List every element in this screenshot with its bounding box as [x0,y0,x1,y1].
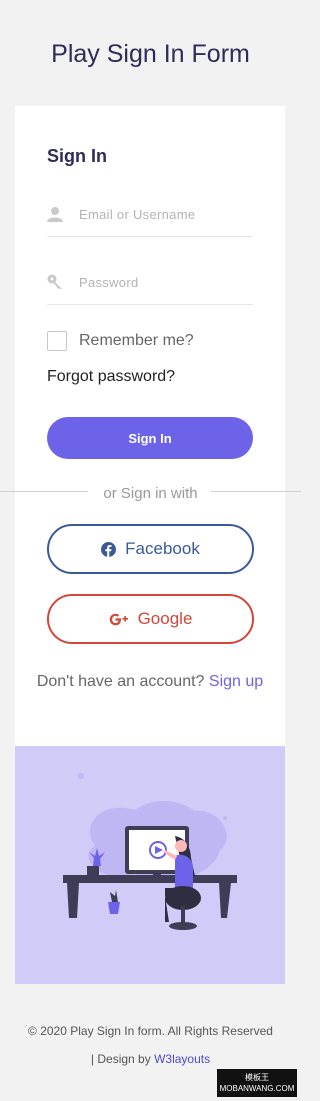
footer: © 2020 Play Sign In form. All Rights Res… [0,1017,301,1073]
password-input[interactable] [79,272,249,292]
signin-heading: Sign In [47,146,107,166]
user-icon [47,206,63,222]
signin-button[interactable]: Sign In [47,417,253,459]
signup-prompt: Don't have an account? Sign up [30,672,270,692]
footer-copyright: © 2020 Play Sign In form. All Rights Res… [28,1024,273,1038]
signin-card: Sign In Remember me? Forgot password? Si… [15,106,285,746]
password-field [47,264,253,305]
signup-prompt-text: Don't have an account? [36,673,209,690]
watermark-line2: MOBANWANG.COM [219,1084,295,1093]
remember-checkbox[interactable] [47,331,67,351]
illustration [15,746,285,984]
username-field [47,196,253,237]
google-label: Google [137,609,193,628]
watermark-line1: 模板王 [245,1073,269,1082]
watermark-logo: 模板王 MOBANWANG.COM [217,1069,297,1097]
footer-design-link[interactable]: W3layouts [154,1052,210,1066]
forgot-password-link[interactable]: Forgot password? [47,368,175,386]
remember-me: Remember me? [47,330,194,352]
google-button[interactable]: Google [47,594,254,644]
signup-link[interactable]: Sign up [209,673,263,690]
facebook-label: Facebook [125,539,200,558]
remember-label: Remember me? [79,332,194,349]
facebook-icon [101,541,117,557]
facebook-button[interactable]: Facebook [47,524,254,574]
page-title: Play Sign In Form [51,40,250,68]
footer-design-prefix: | Design by [90,1052,155,1066]
google-plus-icon [109,613,129,626]
username-input[interactable] [79,204,249,224]
key-icon [47,274,63,290]
social-divider-text: or Sign in with [103,485,198,502]
